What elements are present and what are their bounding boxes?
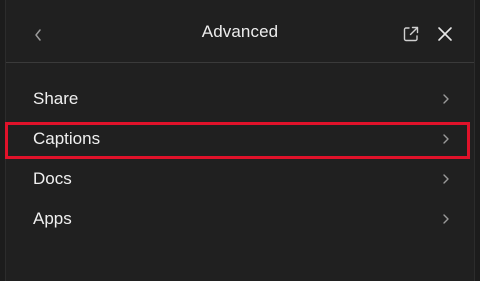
menu-item-label: Docs xyxy=(33,169,72,188)
close-button[interactable] xyxy=(433,22,457,46)
menu-item-apps[interactable]: Apps xyxy=(6,199,474,239)
advanced-menu: Share Captions Docs Apps xyxy=(5,79,474,239)
close-icon xyxy=(438,27,452,41)
chevron-right-icon xyxy=(443,214,449,224)
menu-item-label: Share xyxy=(33,89,79,108)
chevron-right-icon xyxy=(443,94,449,104)
chevron-right-icon xyxy=(443,134,449,144)
menu-item-label: Apps xyxy=(33,209,72,228)
chevron-right-icon xyxy=(443,174,449,184)
popout-button[interactable] xyxy=(399,22,423,46)
menu-item-captions[interactable]: Captions xyxy=(5,119,474,159)
advanced-panel: Advanced Share Captions Docs Apps xyxy=(5,0,475,281)
menu-item-docs[interactable]: Docs xyxy=(6,159,474,199)
open-in-new-window-icon xyxy=(403,26,419,42)
menu-item-label: Captions xyxy=(33,129,101,148)
panel-header: Advanced xyxy=(6,0,474,63)
menu-item-share[interactable]: Share xyxy=(6,79,474,119)
